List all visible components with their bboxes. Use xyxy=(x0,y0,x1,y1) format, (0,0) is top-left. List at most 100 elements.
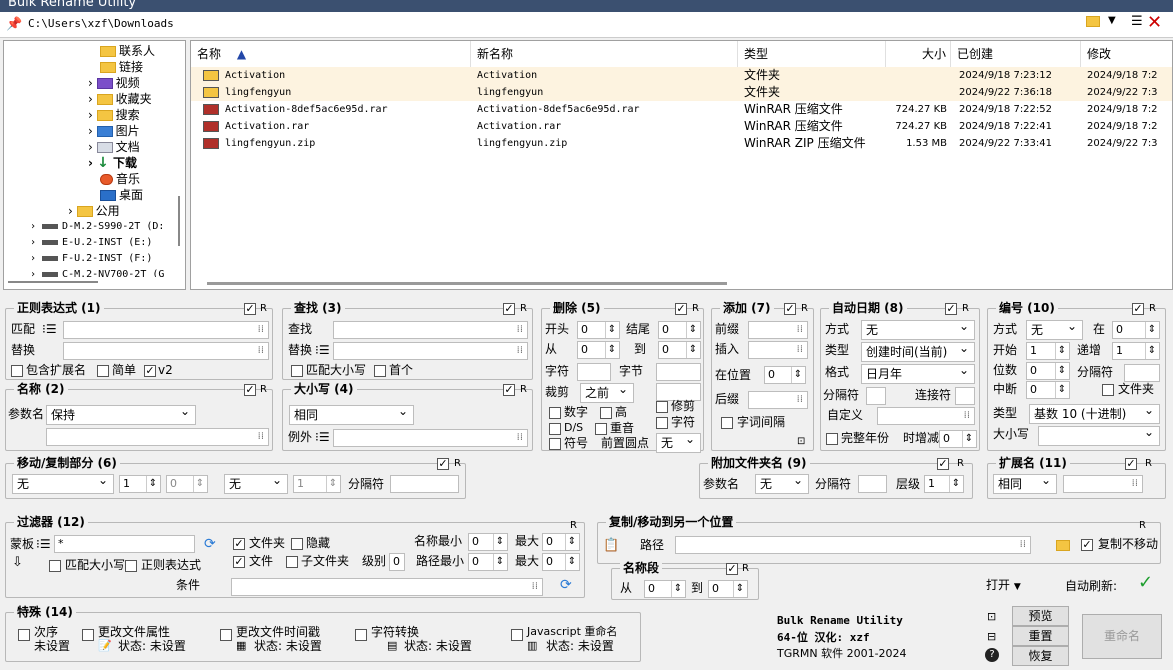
reset-r[interactable]: R xyxy=(692,303,699,315)
reset-r[interactable]: R xyxy=(1139,520,1146,532)
expand-icon[interactable]: ⊡ xyxy=(797,433,805,451)
table-row[interactable]: lingfengyun lingfengyun 文件夹 2024/9/22 7:36:… xyxy=(191,84,1172,101)
remove-start-spin[interactable]: 0 xyxy=(577,321,620,339)
tree-item-downloads[interactable]: › ↓ 下载 xyxy=(88,155,137,171)
col-size[interactable]: 大小 xyxy=(886,41,951,67)
regex-replace-input[interactable]: ⁞⁞ xyxy=(63,342,269,360)
browse-folder-icon[interactable] xyxy=(1056,540,1070,551)
case-select[interactable]: 相同 xyxy=(289,405,414,425)
pin-icon[interactable]: 📌 xyxy=(6,17,22,32)
remove-sym-checkbox[interactable] xyxy=(549,438,561,450)
special-order-checkbox[interactable] xyxy=(18,629,30,641)
remove-enable-checkbox[interactable]: ✓ xyxy=(675,303,687,315)
remove-trim-checkbox[interactable] xyxy=(656,401,668,413)
name-input[interactable]: ⁞⁞ xyxy=(46,428,269,446)
reset-r[interactable]: R xyxy=(260,303,267,315)
browse-folder-icon[interactable] xyxy=(1086,16,1100,27)
refresh-icon[interactable]: ⟳ xyxy=(204,535,216,553)
remove-from-spin[interactable]: 0 xyxy=(577,341,620,359)
autodate-connect-input[interactable] xyxy=(955,387,975,405)
movecopy-count1-spin[interactable]: 1 xyxy=(119,475,161,493)
add-at-spin[interactable]: 0 xyxy=(764,366,806,384)
extension-enable-checkbox[interactable]: ✓ xyxy=(1125,458,1137,470)
tree-drive[interactable]: › D-M.2-S990-2T (D: xyxy=(30,219,164,235)
autodate-fmt-select[interactable]: 日月年 xyxy=(861,364,975,384)
tree-hscrollbar[interactable] xyxy=(8,281,98,283)
reset-r[interactable]: R xyxy=(520,303,527,315)
list-icon[interactable]: ⁝☰ xyxy=(315,428,330,446)
numbering-start-spin[interactable]: 1 xyxy=(1026,342,1070,360)
filter-regex-checkbox[interactable] xyxy=(125,560,137,572)
simple-checkbox[interactable] xyxy=(97,365,109,377)
movecopy-mode2-select[interactable]: 无 xyxy=(224,474,288,494)
tree-item[interactable]: 桌面 xyxy=(100,187,143,203)
copymove-path-input[interactable]: ⁞⁞ xyxy=(675,536,1031,554)
reset-r[interactable]: R xyxy=(520,384,527,396)
find-replace-input[interactable]: ⁞⁞ xyxy=(333,342,528,360)
remove-words-input[interactable] xyxy=(656,363,701,381)
table-row[interactable]: Activation.rar Activation.rar WinRAR 压缩文件 7… xyxy=(191,118,1172,135)
tree-item[interactable]: 音乐 xyxy=(100,171,140,187)
numbering-at-spin[interactable]: 0 xyxy=(1112,321,1160,339)
autodate-offset-spin[interactable]: 0 xyxy=(939,430,977,448)
autorefresh-check-icon[interactable]: ✓ xyxy=(1138,572,1153,593)
extension-select[interactable]: 相同 xyxy=(993,474,1057,494)
reset-r[interactable]: R xyxy=(1149,303,1156,315)
reset-r[interactable]: R xyxy=(957,458,964,470)
reset-button[interactable]: 重置 xyxy=(1012,626,1069,646)
rename-button[interactable]: 重命名 xyxy=(1082,614,1162,659)
preview-button[interactable]: 预览 xyxy=(1012,606,1069,626)
tree-drive[interactable]: › F-U.2-INST (F:) xyxy=(30,251,152,267)
filter-match-case-checkbox[interactable] xyxy=(49,560,61,572)
remove-to-spin[interactable]: 0 xyxy=(658,341,701,359)
special-js-checkbox[interactable] xyxy=(511,629,523,641)
filter-level-input[interactable]: 0 xyxy=(389,553,405,571)
open-dropdown[interactable]: 打开 ▼ xyxy=(986,574,1038,596)
reset-r[interactable]: R xyxy=(260,384,267,396)
numbering-case-select[interactable] xyxy=(1038,426,1160,446)
filter-subfolders-checkbox[interactable] xyxy=(286,556,298,568)
filter-name-min-spin[interactable]: 0 xyxy=(468,533,508,551)
case-enable-checkbox[interactable]: ✓ xyxy=(503,384,515,396)
file-list[interactable]: 名称 ▲ 新名称 类型 大小 已创建 修改 Activation Activati… xyxy=(190,40,1173,290)
remove-end-spin[interactable]: 0 xyxy=(658,321,701,339)
col-type[interactable]: 类型 xyxy=(738,41,886,67)
v2-checkbox[interactable]: ✓ xyxy=(144,365,156,377)
appendfolder-select[interactable]: 无 xyxy=(755,474,809,494)
list-icon[interactable]: ⁝☰ xyxy=(42,320,57,338)
close-icon[interactable]: ✕ xyxy=(1147,12,1162,33)
remove-lead-select[interactable]: 无 xyxy=(656,433,701,453)
autodate-mode-select[interactable]: 无 xyxy=(861,320,975,340)
appendfolder-level-spin[interactable]: 1 xyxy=(924,475,964,493)
find-enable-checkbox[interactable]: ✓ xyxy=(503,303,515,315)
filter-hidden-checkbox[interactable] xyxy=(291,538,303,550)
remove-ds-checkbox[interactable] xyxy=(549,423,561,435)
numbering-break-spin[interactable]: 0 xyxy=(1026,381,1070,399)
reset-r[interactable]: R xyxy=(570,520,577,532)
autodate-enable-checkbox[interactable]: ✓ xyxy=(945,303,957,315)
table-row[interactable]: Activation-8def5ac6e95d.rar Activation-8d… xyxy=(191,101,1172,118)
find-match-case-checkbox[interactable] xyxy=(291,365,303,377)
movecopy-enable-checkbox[interactable]: ✓ xyxy=(437,458,449,470)
help-icon[interactable]: ? xyxy=(985,648,999,662)
table-row[interactable]: Activation Activation 文件夹 2024/9/18 7:23:12… xyxy=(191,67,1172,84)
remove-crop-select[interactable]: 之前 xyxy=(580,383,634,403)
remove-digits-checkbox[interactable] xyxy=(549,407,561,419)
autodate-sep-input[interactable] xyxy=(866,387,886,405)
reset-r[interactable]: R xyxy=(1145,458,1152,470)
regex-enable-checkbox[interactable]: ✓ xyxy=(244,303,256,315)
special-time-checkbox[interactable] xyxy=(220,629,232,641)
add-enable-checkbox[interactable]: ✓ xyxy=(784,303,796,315)
case-except-input[interactable]: ⁞⁞ xyxy=(333,429,528,447)
movecopy-count2-spin[interactable]: 1 xyxy=(293,475,341,493)
find-input[interactable]: ⁞⁞ xyxy=(333,321,528,339)
name-select[interactable]: 保持 xyxy=(46,405,196,425)
remove-high-checkbox[interactable] xyxy=(600,407,612,419)
special-attr-checkbox[interactable] xyxy=(82,629,94,641)
segment-from-spin[interactable]: 0 xyxy=(644,580,686,598)
appendfolder-enable-checkbox[interactable]: ✓ xyxy=(937,458,949,470)
movecopy-pos1-spin[interactable]: 0 xyxy=(166,475,208,493)
copy-not-move-checkbox[interactable]: ✓ xyxy=(1081,539,1093,551)
autodate-type-select[interactable]: 创建时间(当前) xyxy=(861,342,975,362)
add-word-space-checkbox[interactable] xyxy=(721,417,733,429)
